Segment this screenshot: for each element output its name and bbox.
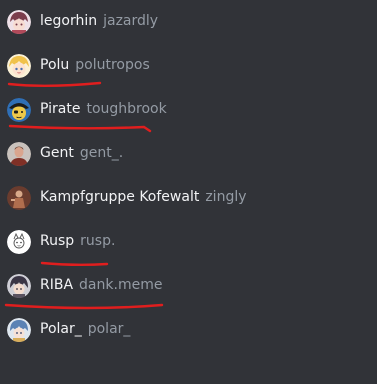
member-row-riba[interactable]: RIBA dank.meme — [0, 268, 377, 312]
display-name[interactable]: Kampfgruppe Kofewalt — [40, 189, 199, 205]
anime-avatar-icon[interactable] — [7, 54, 31, 78]
sketch-avatar-icon[interactable] — [7, 230, 31, 254]
anime-avatar-icon[interactable] — [7, 10, 31, 34]
member-row-pirate[interactable]: Pirate toughbrook — [0, 92, 377, 136]
member-list: legorhin jazardly Polu polutropos Pirate to… — [0, 0, 377, 384]
display-name[interactable]: Gent — [40, 145, 74, 161]
member-name: Polu polutropos — [40, 55, 150, 75]
anime-avatar-icon[interactable] — [7, 318, 31, 342]
username: gent_. — [79, 145, 124, 161]
member-name: legorhin jazardly — [40, 11, 158, 31]
username: dank.meme — [79, 277, 163, 293]
member-name: Gent gent_. — [40, 143, 123, 163]
anime-avatar-icon[interactable] — [7, 274, 31, 298]
member-row-kampfgruppe-kofewalt[interactable]: Kampfgruppe Kofewalt zingly — [0, 180, 377, 224]
display-name[interactable]: Pirate — [40, 101, 80, 117]
username: rusp. — [80, 233, 116, 249]
display-name[interactable]: legorhin — [40, 13, 97, 29]
username: toughbrook — [86, 101, 167, 117]
member-name: Kampfgruppe Kofewalt zingly — [40, 187, 247, 207]
member-name: Pirate toughbrook — [40, 99, 167, 119]
member-row-polar[interactable]: Polar_ polar_ — [0, 312, 377, 356]
username: zingly — [205, 189, 247, 205]
display-name[interactable]: Rusp — [40, 233, 74, 249]
username: polutropos — [75, 57, 150, 73]
member-name: Polar_ polar_ — [40, 319, 130, 339]
username: jazardly — [103, 13, 159, 29]
display-name[interactable]: Polar_ — [40, 321, 82, 337]
member-row-polu[interactable]: Polu polutropos — [0, 48, 377, 92]
member-name: RIBA dank.meme — [40, 275, 162, 295]
member-row-gent[interactable]: Gent gent_. — [0, 136, 377, 180]
person-avatar-icon[interactable] — [7, 142, 31, 166]
figure-avatar-icon[interactable] — [7, 186, 31, 210]
member-name: Rusp rusp. — [40, 231, 115, 251]
display-name[interactable]: Polu — [40, 57, 69, 73]
member-row-legorhin[interactable]: legorhin jazardly — [0, 4, 377, 48]
display-name[interactable]: RIBA — [40, 277, 73, 293]
username: polar_ — [87, 321, 131, 337]
member-row-rusp[interactable]: Rusp rusp. — [0, 224, 377, 268]
pirate-avatar-icon[interactable] — [7, 98, 31, 122]
